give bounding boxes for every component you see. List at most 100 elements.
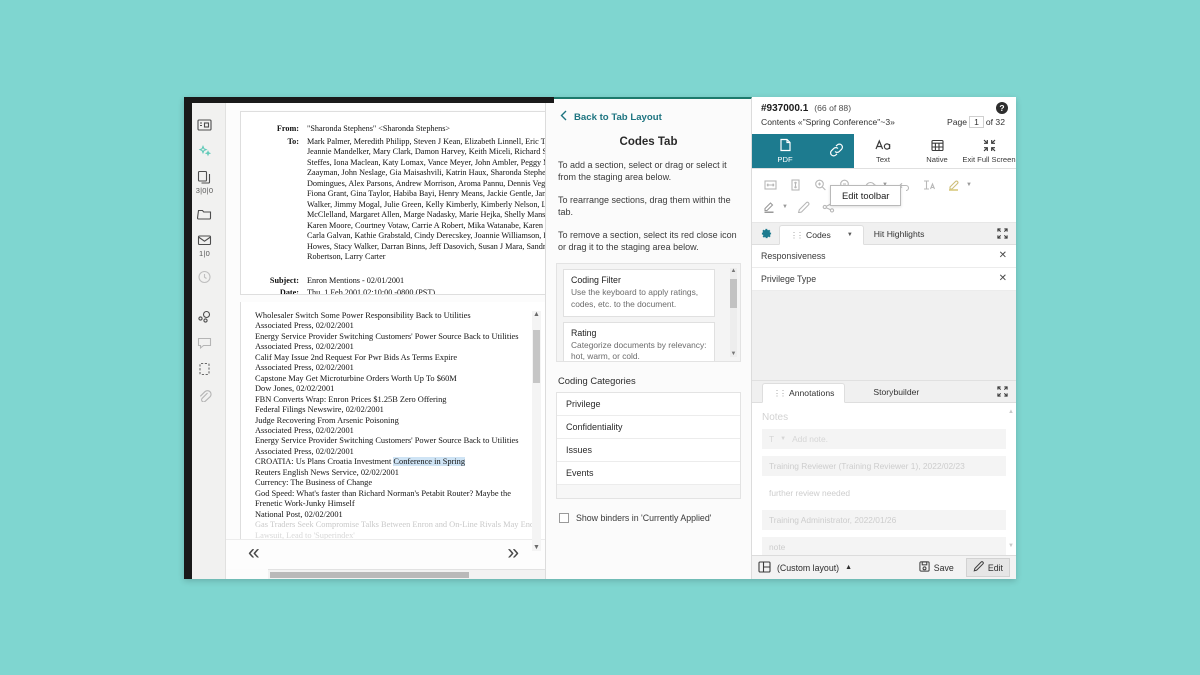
code-row[interactable]: Privilege Type ✕ [752, 268, 1016, 291]
grid-icon [930, 139, 944, 154]
sidebar-item-sparkle[interactable] [188, 137, 222, 161]
edit-layout-button[interactable]: Edit [965, 558, 1010, 577]
back-link-label: Back to Tab Layout [574, 111, 662, 123]
contents-label: Contents «"Spring Conference"~3» [761, 117, 895, 127]
staging-scroll-up[interactable]: ▲ [730, 268, 737, 274]
tab-codes[interactable]: ⋮⋮ Codes ▼ [779, 225, 864, 245]
document-line: National Post, 02/02/2001 [255, 509, 343, 519]
tab-text[interactable]: Text [854, 134, 912, 168]
tab-link[interactable] [818, 134, 854, 168]
document-header-block: From: "Sharonda Stephens" <Sharonda Step… [240, 111, 545, 295]
annotation-entry[interactable]: Training Administrator, 2022/01/26 [762, 510, 1006, 530]
sidebar-item-layout[interactable] [188, 111, 222, 135]
annotation-entry[interactable]: Training Reviewer (Training Reviewer 1),… [762, 456, 1006, 476]
tab-annotations[interactable]: ⋮⋮ Annotations [762, 383, 846, 403]
underline-caret-icon[interactable]: ▼ [782, 204, 788, 210]
document-vertical-scrollbar[interactable]: ▲ ▼ [532, 311, 541, 551]
fit-width-icon[interactable] [759, 176, 781, 195]
highlighter-caret-icon[interactable]: ▼ [966, 182, 972, 188]
annotation-toolbar: ▼ ▼ ▼ [752, 169, 1016, 223]
document-line: Associated Press, 02/02/2001 [255, 321, 354, 331]
annotations-scroll-up[interactable]: ▲ [1008, 409, 1014, 415]
page-number-input[interactable]: 1 [969, 116, 984, 128]
edit-toolbar-tooltip: Edit toolbar [830, 185, 902, 206]
custom-layout-selector[interactable]: (Custom layout) ▲ [758, 560, 852, 575]
tab-codes-label: Codes [806, 230, 831, 240]
codes-dropdown-caret-icon[interactable]: ▼ [847, 232, 853, 238]
zoom-in-icon[interactable] [809, 176, 831, 195]
add-note-input-row[interactable]: T ▼ Add note. [762, 429, 1006, 449]
annotations-scrollbar[interactable]: ▲ ▼ [1008, 409, 1014, 549]
staging-area[interactable]: Coding Filter Use the keyboard to apply … [556, 263, 741, 363]
search-hit-highlight[interactable]: Conference in Spring [393, 457, 466, 467]
coding-category-item[interactable]: Confidentiality [557, 416, 740, 440]
staging-scroll-down[interactable]: ▼ [730, 351, 737, 357]
vertical-scroll-thumb[interactable] [533, 330, 540, 383]
document-line-faded: Gas Traders Seek Compromise Talks Betwee… [255, 520, 535, 530]
previous-hit-button[interactable]: « [248, 542, 260, 563]
hit-prefix: CROATIA: Us Plans Croatia Investment [255, 457, 394, 467]
date-value: Thu, 1 Feb 2001 02:10:00 -0800 (PST) [307, 288, 436, 294]
show-binders-checkbox-row[interactable]: Show binders in 'Currently Applied' [546, 499, 751, 524]
save-label: Save [933, 562, 954, 573]
sidebar-item-documents[interactable]: 3|0|0 [188, 163, 222, 198]
next-hit-button[interactable]: » [507, 542, 519, 563]
codes-expand-icon[interactable] [989, 226, 1016, 244]
staging-card-rating[interactable]: Rating Categorize documents by relevancy… [563, 321, 715, 362]
tab-pdf[interactable]: PDF [752, 134, 818, 168]
pen-icon[interactable] [793, 198, 815, 217]
date-label: Date: [279, 288, 299, 294]
back-to-tab-layout-button[interactable]: Back to Tab Layout [546, 99, 751, 134]
sidebar-item-nodes[interactable] [188, 303, 222, 327]
staging-scrollbar[interactable]: ▲ ▼ [730, 268, 737, 358]
tab-pdf-label: PDF [777, 155, 793, 164]
help-icon[interactable]: ? [996, 102, 1008, 114]
sparkle-icon [197, 144, 212, 158]
sidebar-item-comments[interactable] [188, 329, 222, 353]
fit-page-icon[interactable] [784, 176, 806, 195]
show-binders-checkbox[interactable] [559, 513, 569, 524]
tab-hit-highlights[interactable]: Hit Highlights [864, 224, 935, 244]
highlighter-icon[interactable] [943, 176, 965, 195]
close-icon[interactable]: ✕ [999, 274, 1007, 284]
annotations-scroll-down[interactable]: ▼ [1008, 543, 1014, 549]
codes-tab-config-panel: Back to Tab Layout Codes Tab To add a se… [546, 97, 752, 579]
text-format-icon[interactable]: T [769, 434, 774, 444]
annotation-entry[interactable]: note [762, 537, 1006, 555]
format-caret-icon[interactable]: ▼ [780, 436, 786, 442]
tab-storybuilder[interactable]: Storybuilder [863, 382, 929, 402]
code-row[interactable]: Responsiveness ✕ [752, 245, 1016, 268]
coding-category-item[interactable]: Events [557, 462, 740, 486]
save-layout-button[interactable]: Save [913, 559, 960, 576]
layout-caret-up-icon[interactable]: ▲ [845, 564, 852, 571]
coding-category-item[interactable]: Issues [557, 439, 740, 463]
text-select-icon[interactable] [918, 176, 940, 195]
sidebar-item-attachments[interactable] [188, 381, 222, 405]
staging-scroll-thumb[interactable] [730, 279, 737, 308]
page-label: Page [947, 117, 968, 127]
sidebar-item-page[interactable] [188, 355, 222, 379]
sidebar-item-folder[interactable] [188, 200, 222, 224]
horizontal-scroll-thumb[interactable] [270, 572, 470, 578]
scroll-down-arrow[interactable]: ▼ [533, 544, 540, 551]
subject-label: Subject: [269, 275, 299, 285]
coding-category-item[interactable]: Privilege [557, 393, 740, 417]
document-line: Dow Jones, 02/02/2001 [255, 384, 335, 394]
sidebar-item-mail[interactable]: 1|0 [188, 226, 222, 261]
annotation-entry[interactable]: further review needed [762, 483, 1006, 503]
underline-icon[interactable] [759, 198, 781, 217]
to-label: To: [287, 136, 299, 146]
codes-settings-gear[interactable] [754, 226, 779, 244]
tab-native-label: Native [926, 154, 948, 164]
document-horizontal-scrollbar[interactable] [268, 569, 545, 579]
staging-card-coding-filter[interactable]: Coding Filter Use the keyboard to apply … [563, 269, 715, 317]
sidebar-item-history[interactable] [188, 263, 222, 287]
scroll-up-arrow[interactable]: ▲ [533, 311, 540, 318]
document-viewer-pane: From: "Sharonda Stephens" <Sharonda Step… [226, 97, 546, 579]
comment-icon [197, 336, 212, 350]
tab-exit-full-screen[interactable]: Exit Full Screen [962, 134, 1016, 168]
close-icon[interactable]: ✕ [999, 251, 1007, 261]
annotations-expand-icon[interactable] [989, 384, 1016, 402]
coding-categories-drop-zone[interactable] [557, 485, 740, 498]
tab-native[interactable]: Native [912, 134, 962, 168]
